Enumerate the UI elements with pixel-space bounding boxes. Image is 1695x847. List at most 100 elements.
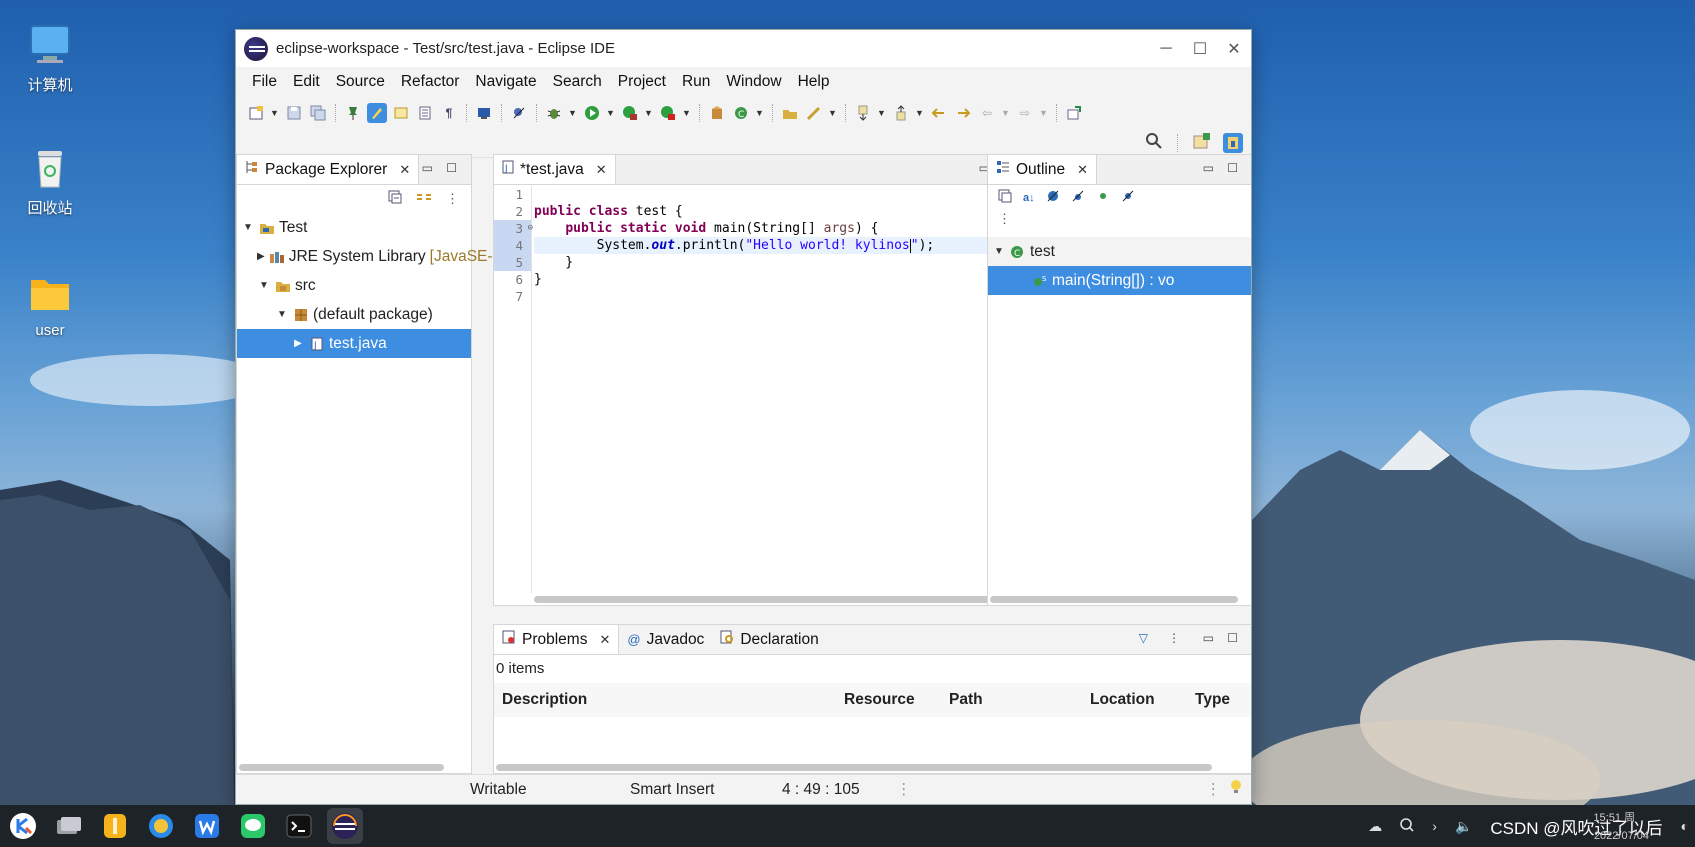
hide-fields-icon[interactable] <box>1046 189 1060 207</box>
hide-nonpublic-icon[interactable] <box>1096 189 1110 207</box>
view-menu-icon[interactable]: ⋮ <box>446 191 459 207</box>
menu-source[interactable]: Source <box>328 73 393 91</box>
view-menu-icon[interactable]: ⋮ <box>1168 631 1180 645</box>
expand-arrow-icon[interactable]: ▶ <box>257 251 265 262</box>
column-header-resource[interactable]: Resource <box>844 691 949 709</box>
link-with-editor-icon[interactable] <box>416 190 432 208</box>
sort-icon[interactable]: a↓ <box>1023 192 1035 204</box>
block-select-icon[interactable] <box>415 103 435 123</box>
back-dropdown-icon[interactable]: ▼ <box>1001 108 1011 118</box>
fold-collapse-icon[interactable]: ⊖ <box>528 220 533 237</box>
outline-item-class[interactable]: ▼ C test <box>988 237 1251 266</box>
menu-file[interactable]: File <box>244 73 285 91</box>
close-tab-icon[interactable]: ✕ <box>1077 162 1088 178</box>
menu-edit[interactable]: Edit <box>285 73 328 91</box>
tab-test-java[interactable]: J *test.java ✕ <box>494 155 616 184</box>
filter-icon[interactable]: ▽ <box>1139 631 1148 645</box>
new-class-dropdown-icon[interactable]: ▼ <box>755 108 765 118</box>
expand-arrow-icon[interactable]: ▼ <box>992 246 1006 257</box>
tab-javadoc[interactable]: @ Javadoc <box>619 625 712 654</box>
tree-item-test-java[interactable]: ▶ J test.java <box>237 329 471 358</box>
taskbar-chat-icon[interactable] <box>235 808 271 844</box>
menu-window[interactable]: Window <box>718 73 789 91</box>
minimize-view-icon[interactable]: ▭ <box>1203 631 1214 645</box>
view-menu-icon[interactable]: ⋮ <box>988 211 1251 237</box>
taskbar-eclipse-icon[interactable] <box>327 808 363 844</box>
menu-navigate[interactable]: Navigate <box>467 73 544 91</box>
column-header-path[interactable]: Path <box>949 691 1090 709</box>
cloud-icon[interactable]: ☁ <box>1368 818 1382 835</box>
menu-project[interactable]: Project <box>610 73 674 91</box>
collapse-all-icon[interactable] <box>998 189 1012 207</box>
tip-bulb-icon[interactable] <box>1229 779 1243 800</box>
menu-run[interactable]: Run <box>674 73 718 91</box>
run-dropdown-icon[interactable]: ▼ <box>606 108 616 118</box>
column-header-location[interactable]: Location <box>1090 691 1195 709</box>
expand-arrow-icon[interactable]: ▼ <box>241 222 255 233</box>
desktop-icon-user[interactable]: user <box>18 270 82 339</box>
forward-icon[interactable]: ⇨ <box>1015 103 1035 123</box>
pin-icon[interactable] <box>343 103 363 123</box>
expand-arrow-icon[interactable]: ▼ <box>275 309 289 320</box>
java-perspective-icon[interactable] <box>1223 132 1243 153</box>
search-dropdown-icon[interactable]: ▼ <box>828 108 838 118</box>
show-whitespace-icon[interactable]: ¶ <box>439 103 459 123</box>
next-annotation-icon[interactable] <box>853 103 873 123</box>
next-annotation-dropdown-icon[interactable]: ▼ <box>877 108 887 118</box>
open-type-icon[interactable] <box>780 103 800 123</box>
new-dropdown-icon[interactable]: ▼ <box>270 108 280 118</box>
tab-declaration[interactable]: Declaration <box>712 625 826 654</box>
horizontal-scrollbar[interactable] <box>534 596 1016 603</box>
external-tools-dropdown-icon[interactable]: ▼ <box>682 108 692 118</box>
search-icon[interactable] <box>1400 817 1414 835</box>
horizontal-scrollbar[interactable] <box>990 596 1238 603</box>
minimize-button[interactable]: ─ <box>1149 30 1183 67</box>
toggle-breadcrumb-icon[interactable] <box>391 103 411 123</box>
taskbar-wps-icon[interactable] <box>189 808 225 844</box>
debug-dropdown-icon[interactable]: ▼ <box>568 108 578 118</box>
maximize-view-icon[interactable]: ☐ <box>1227 631 1238 645</box>
desktop-icon-trash[interactable]: 回收站 <box>18 145 82 218</box>
last-edit-icon[interactable] <box>929 103 949 123</box>
new-java-package-icon[interactable] <box>707 103 727 123</box>
maximize-button[interactable]: ☐ <box>1183 30 1217 67</box>
menu-help[interactable]: Help <box>790 73 838 91</box>
tree-item-jre-library[interactable]: ▶ JRE System Library [JavaSE- <box>237 242 493 271</box>
menu-search[interactable]: Search <box>545 73 610 91</box>
new-icon[interactable] <box>246 103 266 123</box>
notification-icon[interactable]: ◐ <box>1681 818 1689 834</box>
terminal-icon[interactable] <box>474 103 494 123</box>
tab-outline[interactable]: Outline ✕ <box>988 155 1098 184</box>
search-tool-icon[interactable] <box>804 103 824 123</box>
menu-refactor[interactable]: Refactor <box>393 73 468 91</box>
hide-static-icon[interactable] <box>1071 189 1085 207</box>
taskbar-file-manager-icon[interactable] <box>97 808 133 844</box>
maximize-view-icon[interactable]: ☐ <box>1227 161 1238 175</box>
expand-tray-icon[interactable]: › <box>1432 818 1437 834</box>
column-header-type[interactable]: Type <box>1195 691 1230 709</box>
tab-package-explorer[interactable]: Package Explorer ✕ <box>237 155 420 184</box>
previous-annotation-dropdown-icon[interactable]: ▼ <box>915 108 925 118</box>
tab-problems[interactable]: Problems ✕ <box>494 625 620 654</box>
collapse-all-icon[interactable] <box>388 190 402 208</box>
run-icon[interactable] <box>582 103 602 123</box>
highlight-icon[interactable] <box>367 102 387 123</box>
save-all-icon[interactable] <box>308 103 328 123</box>
pin-editor-icon[interactable] <box>1064 103 1084 123</box>
taskbar-multitask-icon[interactable] <box>51 808 87 844</box>
maximize-view-icon[interactable]: ☐ <box>446 161 457 175</box>
external-tools-icon[interactable] <box>658 103 678 123</box>
close-tab-icon[interactable]: ✕ <box>596 162 607 178</box>
back-icon[interactable]: ⇦ <box>977 103 997 123</box>
save-icon[interactable] <box>284 103 304 123</box>
forward-dropdown-icon[interactable]: ▼ <box>1039 108 1049 118</box>
coverage-dropdown-icon[interactable]: ▼ <box>644 108 654 118</box>
search-icon[interactable] <box>1146 132 1162 153</box>
edit-location-icon[interactable] <box>953 103 973 123</box>
previous-annotation-icon[interactable] <box>891 103 911 123</box>
minimize-view-icon[interactable]: ▭ <box>1203 161 1214 175</box>
horizontal-scrollbar[interactable] <box>239 764 444 771</box>
hide-local-types-icon[interactable] <box>1121 189 1135 207</box>
expand-arrow-icon[interactable]: ▶ <box>291 338 305 349</box>
new-java-class-icon[interactable]: C <box>731 103 751 123</box>
